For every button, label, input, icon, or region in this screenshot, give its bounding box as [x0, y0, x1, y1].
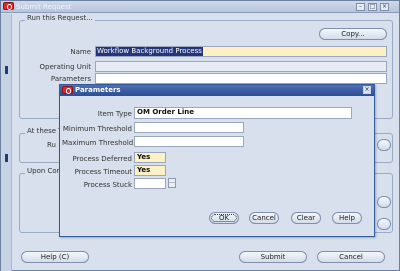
item-type-value: OM Order Line	[137, 108, 194, 116]
process-stuck-field[interactable]	[134, 178, 166, 189]
clear-button[interactable]: Clear	[291, 212, 321, 224]
oracle-logo-icon	[3, 2, 14, 10]
cancel-button[interactable]: Cancel	[317, 251, 385, 263]
max-threshold-label: Maximum Threshold	[62, 139, 134, 147]
close-icon[interactable]: ×	[380, 3, 389, 11]
process-timeout-field[interactable]: Yes	[134, 165, 166, 176]
process-timeout-label: Process Timeout	[74, 168, 132, 176]
dialog-titlebar: Parameters ×	[60, 85, 374, 96]
process-stuck-value	[135, 179, 137, 187]
window-left-strip	[1, 14, 12, 271]
name-field[interactable]: Workflow Background Process	[95, 46, 387, 57]
operating-unit-field[interactable]	[95, 61, 387, 72]
strip-marker	[5, 66, 8, 74]
parameters-field[interactable]	[95, 73, 387, 84]
dialog-title: Parameters	[75, 86, 121, 94]
ok-button[interactable]: OK	[209, 212, 239, 224]
run-request-group-label: Run this Request...	[25, 14, 95, 22]
window-titlebar: Submit Request – □ ×	[1, 1, 399, 13]
dialog-close-icon[interactable]: ×	[363, 86, 371, 94]
maximize-icon[interactable]: □	[368, 3, 377, 11]
process-deferred-field[interactable]: Yes	[134, 152, 166, 163]
item-type-label: Item Type	[97, 110, 132, 118]
oracle-logo-icon	[62, 86, 73, 94]
schedule-button-edge[interactable]	[377, 139, 391, 151]
copy-button[interactable]: Copy...	[319, 28, 387, 40]
item-type-field[interactable]: OM Order Line	[134, 107, 352, 119]
dialog-cancel-button[interactable]: Cancel	[249, 212, 279, 224]
process-deferred-label: Process Deferred	[72, 155, 132, 163]
process-deferred-value: Yes	[137, 153, 151, 161]
min-threshold-field[interactable]	[134, 122, 244, 133]
minimize-icon[interactable]: –	[356, 3, 365, 11]
min-threshold-label: Minimum Threshold	[62, 125, 132, 133]
strip-marker	[5, 154, 8, 162]
window-title: Submit Request	[16, 3, 72, 11]
operating-unit-label: Operating Unit	[39, 63, 91, 71]
name-label: Name	[70, 48, 91, 56]
dialog-help-button[interactable]: Help	[332, 212, 362, 224]
parameters-label: Parameters	[50, 75, 91, 83]
process-timeout-value: Yes	[137, 166, 151, 174]
completion-button-edge-2[interactable]	[377, 218, 391, 230]
process-stuck-label: Process Stuck	[83, 181, 132, 189]
help-button[interactable]: Help (C)	[21, 251, 89, 263]
parameters-dialog: Parameters × Item Type OM Order Line Min…	[59, 84, 375, 237]
name-value: Workflow Background Process	[96, 47, 203, 56]
submit-button[interactable]: Submit	[239, 251, 307, 263]
max-threshold-field[interactable]	[134, 136, 244, 147]
process-stuck-lov-button[interactable]: ...	[168, 178, 176, 188]
completion-button-edge[interactable]	[377, 196, 391, 208]
